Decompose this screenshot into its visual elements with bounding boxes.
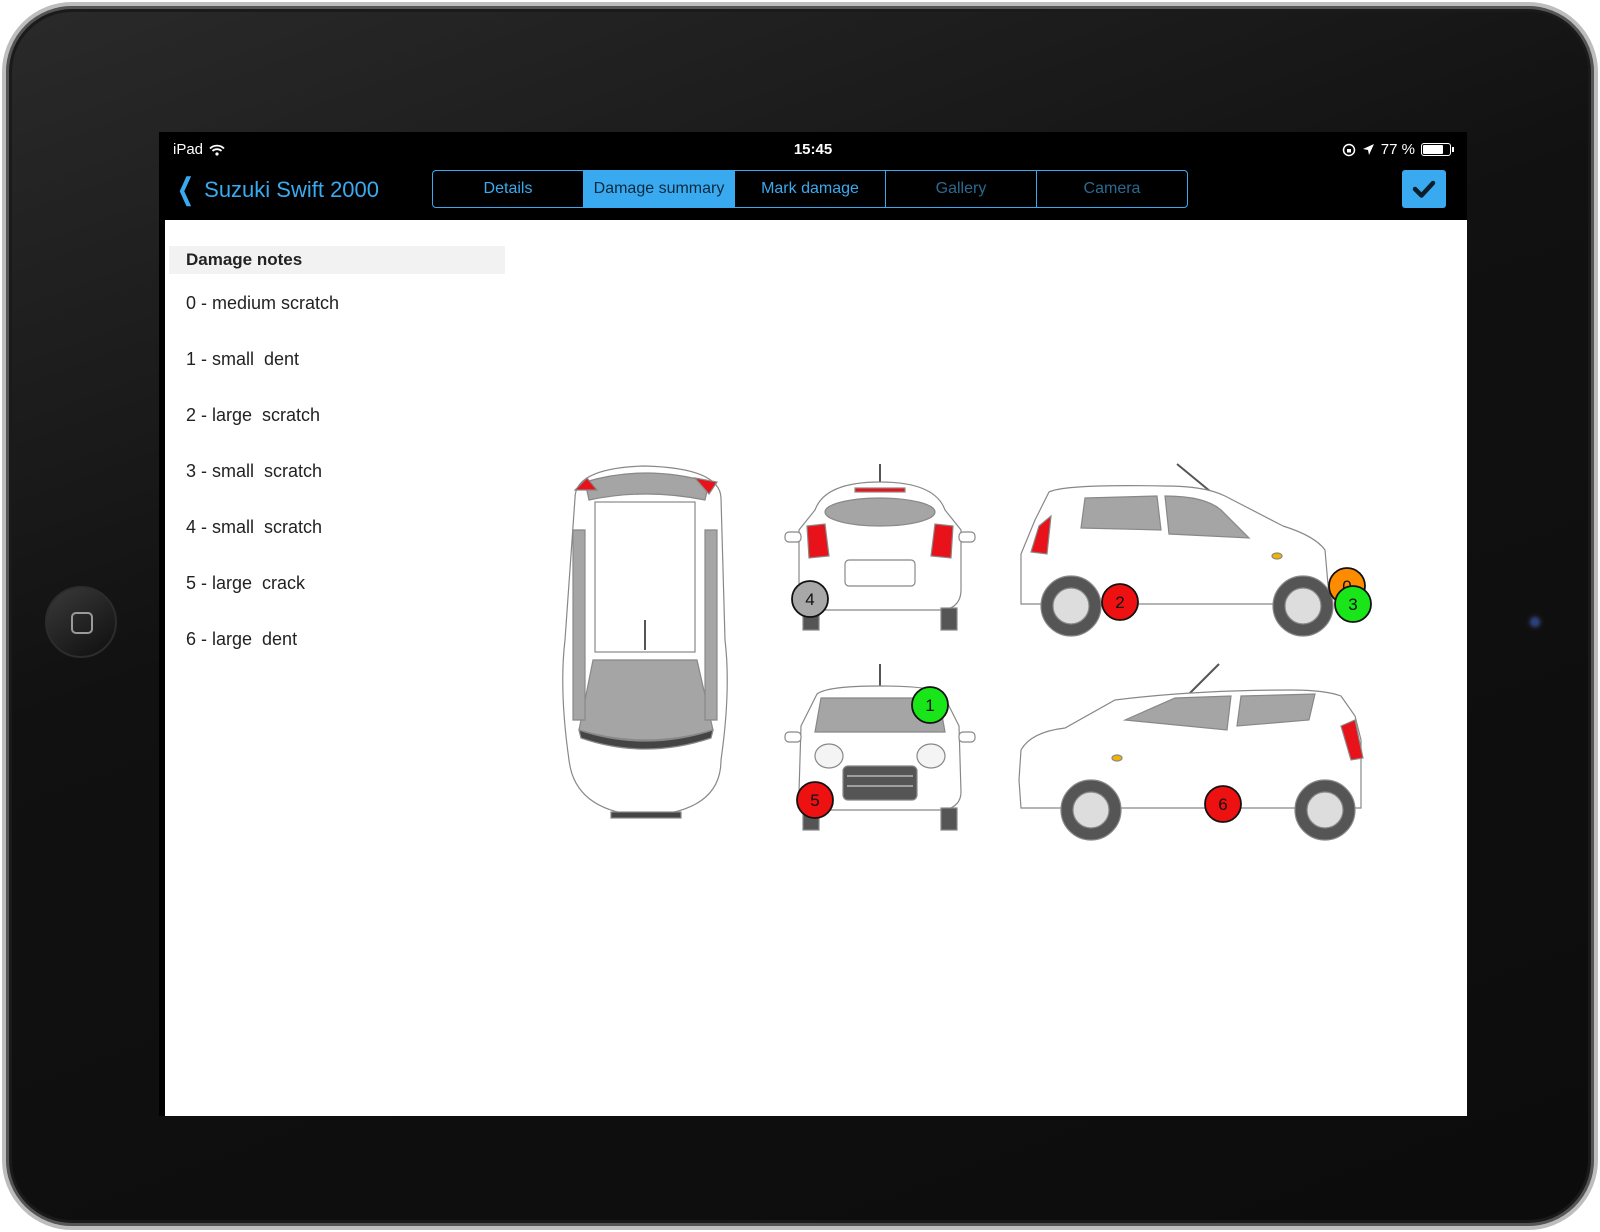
damage-marker-label: 6 xyxy=(1218,795,1227,814)
car-left-side-view xyxy=(1020,463,1334,637)
damage-marker-3[interactable]: 3 xyxy=(1334,585,1372,623)
tab-gallery[interactable]: Gallery xyxy=(886,171,1037,207)
damage-marker-label: 1 xyxy=(925,696,934,715)
tab-mark-damage[interactable]: Mark damage xyxy=(735,171,886,207)
tab-details[interactable]: Details xyxy=(433,171,584,207)
status-right: 77 % xyxy=(1342,141,1454,158)
damage-marker-label: 5 xyxy=(810,791,819,810)
location-arrow-icon xyxy=(1362,144,1374,155)
home-square-icon xyxy=(71,612,93,634)
checkmark-icon xyxy=(1412,180,1436,198)
damage-marker-label: 3 xyxy=(1348,595,1357,614)
car-top-view xyxy=(562,465,728,819)
ipad-frame: iPad 15:45 77 % ❮ Suzuki Swift 2000 Deta… xyxy=(2,2,1598,1230)
screen: iPad 15:45 77 % ❮ Suzuki Swift 2000 Deta… xyxy=(159,132,1467,1116)
battery-fill xyxy=(1423,145,1444,154)
damage-marker-2[interactable]: 2 xyxy=(1101,583,1139,621)
back-button-label: Suzuki Swift 2000 xyxy=(204,177,380,202)
damage-marker-4[interactable]: 4 xyxy=(791,580,829,618)
battery-icon xyxy=(1421,143,1454,156)
damage-marker-label: 4 xyxy=(805,590,814,609)
done-button[interactable] xyxy=(1402,170,1446,208)
car-right-side-view xyxy=(1018,663,1364,841)
home-button[interactable] xyxy=(45,586,117,658)
back-button[interactable]: ❮ Suzuki Swift 2000 xyxy=(173,175,379,205)
front-camera xyxy=(1526,613,1544,631)
tab-camera[interactable]: Camera xyxy=(1037,171,1187,207)
rotation-lock-icon xyxy=(1342,143,1356,156)
car-damage-diagram: 0 2 3 4 1 xyxy=(562,463,1372,841)
chevron-left-icon: ❮ xyxy=(176,173,195,206)
damage-marker-6[interactable]: 6 xyxy=(1204,785,1242,823)
navigation-bar: ❮ Suzuki Swift 2000 Details Damage summa… xyxy=(159,166,1467,220)
content-area: Damage notes 0 - medium scratch 1 - smal… xyxy=(165,220,1467,1116)
segmented-control: Details Damage summary Mark damage Galle… xyxy=(432,170,1188,208)
tab-damage-summary[interactable]: Damage summary xyxy=(584,171,735,207)
status-time: 15:45 xyxy=(793,141,833,158)
damage-marker-5[interactable]: 5 xyxy=(796,781,834,819)
damage-marker-1[interactable]: 1 xyxy=(911,686,949,724)
damage-marker-label: 2 xyxy=(1115,593,1124,612)
status-bar: iPad 15:45 77 % xyxy=(159,132,1467,166)
battery-percent: 77 % xyxy=(1380,141,1415,158)
